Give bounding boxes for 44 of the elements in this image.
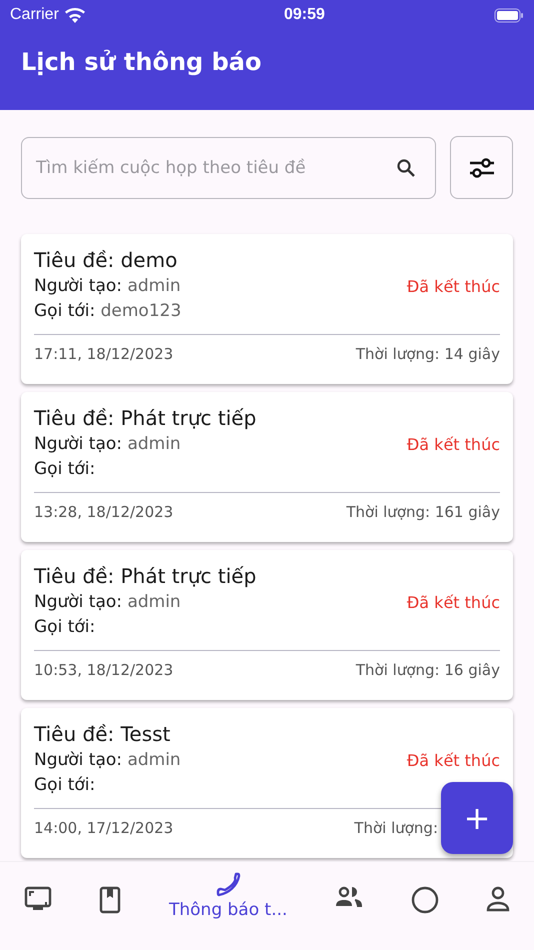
carrier-label: Carrier [10, 6, 59, 24]
call-duration: Thời lượng: [354, 819, 438, 837]
call-duration: Thời lượng: 16 giây [356, 661, 500, 679]
page-title: Lịch sử thông báo [20, 47, 262, 76]
search-icon [396, 158, 416, 178]
filter-button[interactable] [450, 136, 513, 199]
nav-tab[interactable]: Thông báo t... [166, 868, 290, 924]
battery-icon [494, 8, 524, 22]
creator-text: Người tạo: admin [34, 591, 181, 614]
search-field[interactable]: Tìm kiếm cuộc họp theo tiêu đề [21, 137, 436, 199]
status-text: Đã kết thúc [406, 435, 500, 454]
callee-text: Gọi tới: [34, 458, 96, 481]
creator-text: Người tạo: admin [34, 433, 181, 456]
call-card[interactable]: Tiêu đề: demo Người tạo: admin Đã kết thúc Gọi tới: demo123 17:11, 18/12/2023 Thời lượng: 14 giây [21, 234, 513, 384]
callee-text: Gọi tới: [34, 774, 96, 797]
call-card[interactable]: Tiêu đề: Phát trực tiếp Người tạo: admin Đã kết thúc Gọi tới: 10:53, 18/12/2023 Thời lượng: 16 giây [21, 550, 513, 700]
creator-text: Người tạo: admin [34, 749, 181, 772]
phone-icon [215, 872, 242, 898]
add-button[interactable]: + [441, 782, 513, 854]
call-title: Tiêu đề: Phát trực tiếp [34, 405, 258, 432]
person-icon [486, 886, 510, 912]
monitor-icon [24, 886, 52, 912]
wifi-icon [64, 8, 85, 22]
call-title: Tiêu đề: Phát trực tiếp [34, 563, 258, 590]
clock-time: 09:59 [284, 6, 325, 24]
call-time: 13:28, 18/12/2023 [34, 503, 174, 521]
status-text: Đã kết thúc [406, 593, 500, 612]
call-duration: Thời lượng: 161 giây [346, 503, 500, 521]
people-icon [335, 886, 363, 908]
call-title: Tiêu đề: Tesst [34, 721, 172, 748]
callee-text: Gọi tới: [34, 616, 96, 639]
call-time: 14:00, 17/12/2023 [34, 819, 174, 837]
status-text: Đã kết thúc [406, 277, 500, 296]
bookmark-book-icon [99, 886, 122, 914]
callee-text: Gọi tới: demo123 [34, 300, 182, 323]
call-time: 17:11, 18/12/2023 [34, 345, 174, 363]
call-card[interactable]: Tiêu đề: Phát trực tiếp Người tạo: admin Đã kết thúc Gọi tới: 13:28, 18/12/2023 Thời lượng: 161 giây [21, 392, 513, 542]
circle-icon [410, 886, 439, 914]
call-title: Tiêu đề: demo [34, 247, 178, 274]
sliders-icon [468, 156, 496, 180]
call-duration: Thời lượng: 14 giây [356, 345, 500, 363]
creator-text: Người tạo: admin [34, 275, 181, 298]
status-text: Đã kết thúc [406, 751, 500, 770]
call-time: 10:53, 18/12/2023 [34, 661, 174, 679]
